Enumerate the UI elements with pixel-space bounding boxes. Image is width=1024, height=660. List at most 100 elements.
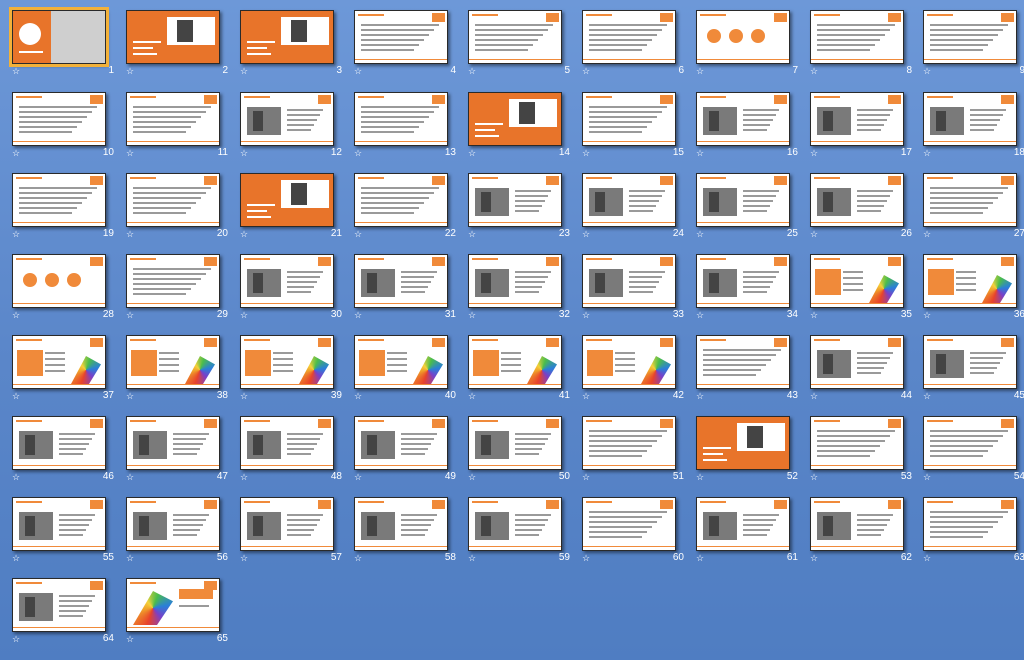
slide-transition-icon[interactable]: ☆ <box>810 67 818 76</box>
slide-thumbnail[interactable] <box>696 254 790 308</box>
slide-thumbnail-cell[interactable]: 21 ☆ <box>240 173 354 253</box>
slide-transition-icon[interactable]: ☆ <box>696 392 704 401</box>
slide-transition-icon[interactable]: ☆ <box>126 392 134 401</box>
slide-transition-icon[interactable]: ☆ <box>12 230 20 239</box>
slide-thumbnail-cell[interactable]: 19 ☆ <box>12 173 126 253</box>
slide-transition-icon[interactable]: ☆ <box>240 230 248 239</box>
slide-thumbnail-cell[interactable]: 32 ☆ <box>468 254 582 334</box>
slide-thumbnail-cell[interactable]: 1 ☆ <box>9 7 126 90</box>
slide-transition-icon[interactable]: ☆ <box>354 554 362 563</box>
slide-transition-icon[interactable]: ☆ <box>354 311 362 320</box>
slide-thumbnail[interactable] <box>354 335 448 389</box>
slide-thumbnail[interactable] <box>354 254 448 308</box>
slide-thumbnail[interactable] <box>696 92 790 146</box>
slide-thumbnail-cell[interactable]: 38 ☆ <box>126 335 240 415</box>
slide-thumbnail-cell[interactable]: 60 ☆ <box>582 497 696 577</box>
slide-thumbnail-cell[interactable]: 30 ☆ <box>240 254 354 334</box>
slide-thumbnail-cell[interactable]: 39 ☆ <box>240 335 354 415</box>
slide-thumbnail-cell[interactable]: 59 ☆ <box>468 497 582 577</box>
slide-thumbnail[interactable] <box>354 173 448 227</box>
slide-thumbnail-cell[interactable]: 3 ☆ <box>240 10 354 90</box>
slide-thumbnail[interactable] <box>468 92 562 146</box>
slide-thumbnail-cell[interactable]: 15 ☆ <box>582 92 696 172</box>
slide-thumbnail-cell[interactable]: 18 ☆ <box>923 92 1024 172</box>
slide-transition-icon[interactable]: ☆ <box>582 554 590 563</box>
slide-thumbnail[interactable] <box>810 497 904 551</box>
slide-thumbnail-cell[interactable]: 13 ☆ <box>354 92 468 172</box>
slide-transition-icon[interactable]: ☆ <box>923 67 931 76</box>
slide-thumbnail-cell[interactable]: 10 ☆ <box>12 92 126 172</box>
slide-thumbnail[interactable] <box>354 416 448 470</box>
slide-transition-icon[interactable]: ☆ <box>696 311 704 320</box>
slide-transition-icon[interactable]: ☆ <box>354 392 362 401</box>
slide-thumbnail[interactable] <box>696 497 790 551</box>
slide-transition-icon[interactable]: ☆ <box>810 554 818 563</box>
slide-thumbnail[interactable] <box>126 335 220 389</box>
slide-thumbnail-cell[interactable]: 44 ☆ <box>810 335 924 415</box>
slide-thumbnail[interactable] <box>12 335 106 389</box>
slide-thumbnail[interactable] <box>810 92 904 146</box>
slide-thumbnail[interactable] <box>923 254 1017 308</box>
slide-thumbnail[interactable] <box>354 497 448 551</box>
slide-thumbnail[interactable] <box>923 173 1017 227</box>
slide-thumbnail[interactable] <box>696 416 790 470</box>
slide-transition-icon[interactable]: ☆ <box>810 392 818 401</box>
slide-thumbnail-cell[interactable]: 8 ☆ <box>810 10 924 90</box>
slide-thumbnail-cell[interactable]: 54 ☆ <box>923 416 1024 496</box>
slide-thumbnail[interactable] <box>126 10 220 64</box>
slide-thumbnail[interactable] <box>12 92 106 146</box>
slide-transition-icon[interactable]: ☆ <box>12 67 20 76</box>
slide-thumbnail[interactable] <box>468 335 562 389</box>
slide-transition-icon[interactable]: ☆ <box>468 392 476 401</box>
slide-transition-icon[interactable]: ☆ <box>468 67 476 76</box>
slide-thumbnail[interactable] <box>923 416 1017 470</box>
slide-transition-icon[interactable]: ☆ <box>582 230 590 239</box>
slide-thumbnail[interactable] <box>240 416 334 470</box>
slide-thumbnail[interactable] <box>582 416 676 470</box>
slide-thumbnail-cell[interactable]: 9 ☆ <box>923 10 1024 90</box>
slide-thumbnail[interactable] <box>810 416 904 470</box>
slide-thumbnail[interactable] <box>354 10 448 64</box>
slide-transition-icon[interactable]: ☆ <box>240 392 248 401</box>
slide-transition-icon[interactable]: ☆ <box>12 392 20 401</box>
slide-thumbnail[interactable] <box>696 173 790 227</box>
slide-transition-icon[interactable]: ☆ <box>582 392 590 401</box>
slide-thumbnail[interactable] <box>240 335 334 389</box>
slide-transition-icon[interactable]: ☆ <box>468 473 476 482</box>
slide-thumbnail-cell[interactable]: 55 ☆ <box>12 497 126 577</box>
slide-transition-icon[interactable]: ☆ <box>923 473 931 482</box>
slide-thumbnail[interactable] <box>12 254 106 308</box>
slide-thumbnail[interactable] <box>126 173 220 227</box>
slide-thumbnail[interactable] <box>582 254 676 308</box>
slide-thumbnail-cell[interactable]: 2 ☆ <box>126 10 240 90</box>
slide-thumbnail-cell[interactable]: 65 ☆ <box>126 578 240 658</box>
slide-thumbnail[interactable] <box>923 10 1017 64</box>
slide-thumbnail-cell[interactable]: 7 ☆ <box>696 10 810 90</box>
slide-thumbnail-cell[interactable]: 25 ☆ <box>696 173 810 253</box>
slide-thumbnail-cell[interactable]: 4 ☆ <box>354 10 468 90</box>
slide-thumbnail-cell[interactable]: 46 ☆ <box>12 416 126 496</box>
slide-transition-icon[interactable]: ☆ <box>12 473 20 482</box>
slide-thumbnail[interactable] <box>468 416 562 470</box>
slide-thumbnail-cell[interactable]: 40 ☆ <box>354 335 468 415</box>
slide-thumbnail-cell[interactable]: 62 ☆ <box>810 497 924 577</box>
slide-thumbnail[interactable] <box>126 92 220 146</box>
slide-thumbnail-cell[interactable]: 31 ☆ <box>354 254 468 334</box>
slide-thumbnail-cell[interactable]: 26 ☆ <box>810 173 924 253</box>
slide-thumbnail-cell[interactable]: 35 ☆ <box>810 254 924 334</box>
slide-thumbnail-cell[interactable]: 45 ☆ <box>923 335 1024 415</box>
slide-thumbnail[interactable] <box>9 7 109 67</box>
slide-thumbnail[interactable] <box>240 497 334 551</box>
slide-thumbnail[interactable] <box>12 416 106 470</box>
slide-thumbnail-cell[interactable]: 47 ☆ <box>126 416 240 496</box>
slide-transition-icon[interactable]: ☆ <box>12 635 20 644</box>
slide-transition-icon[interactable]: ☆ <box>12 554 20 563</box>
slide-thumbnail[interactable] <box>12 578 106 632</box>
slide-thumbnail[interactable] <box>240 10 334 64</box>
slide-transition-icon[interactable]: ☆ <box>240 554 248 563</box>
slide-thumbnail[interactable] <box>810 254 904 308</box>
slide-thumbnail[interactable] <box>810 10 904 64</box>
slide-transition-icon[interactable]: ☆ <box>354 473 362 482</box>
slide-thumbnail[interactable] <box>468 497 562 551</box>
slide-thumbnail-cell[interactable]: 48 ☆ <box>240 416 354 496</box>
